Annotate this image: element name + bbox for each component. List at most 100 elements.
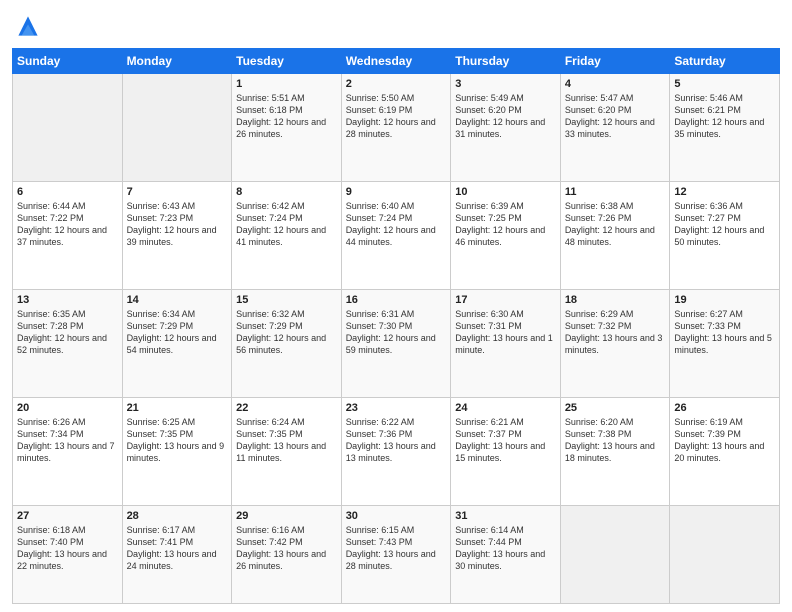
- day-number: 24: [455, 402, 556, 414]
- day-info: Sunrise: 6:35 AM Sunset: 7:28 PM Dayligh…: [17, 308, 118, 357]
- day-cell: 16 Sunrise: 6:31 AM Sunset: 7:30 PM Dayli…: [341, 289, 451, 397]
- day-number: 20: [17, 402, 118, 414]
- day-cell: 28 Sunrise: 6:17 AM Sunset: 7:41 PM Dayli…: [122, 505, 232, 603]
- day-info: Sunrise: 6:32 AM Sunset: 7:29 PM Dayligh…: [236, 308, 337, 357]
- day-info: Sunrise: 6:22 AM Sunset: 7:36 PM Dayligh…: [346, 416, 447, 465]
- day-number: 12: [674, 186, 775, 198]
- day-number: 9: [346, 186, 447, 198]
- day-of-week-monday: Monday: [122, 49, 232, 74]
- day-number: 4: [565, 78, 666, 90]
- day-of-week-wednesday: Wednesday: [341, 49, 451, 74]
- day-number: 2: [346, 78, 447, 90]
- logo: [12, 10, 48, 42]
- week-row-5: 27 Sunrise: 6:18 AM Sunset: 7:40 PM Dayli…: [13, 505, 780, 603]
- day-info: Sunrise: 6:25 AM Sunset: 7:35 PM Dayligh…: [127, 416, 228, 465]
- header: [12, 10, 780, 42]
- days-of-week-row: SundayMondayTuesdayWednesdayThursdayFrid…: [13, 49, 780, 74]
- day-number: 11: [565, 186, 666, 198]
- day-number: 16: [346, 294, 447, 306]
- day-cell: 13 Sunrise: 6:35 AM Sunset: 7:28 PM Dayli…: [13, 289, 123, 397]
- day-info: Sunrise: 6:29 AM Sunset: 7:32 PM Dayligh…: [565, 308, 666, 357]
- day-cell: [560, 505, 670, 603]
- day-info: Sunrise: 6:31 AM Sunset: 7:30 PM Dayligh…: [346, 308, 447, 357]
- day-of-week-thursday: Thursday: [451, 49, 561, 74]
- day-of-week-tuesday: Tuesday: [232, 49, 342, 74]
- day-info: Sunrise: 6:14 AM Sunset: 7:44 PM Dayligh…: [455, 524, 556, 573]
- day-number: 10: [455, 186, 556, 198]
- day-info: Sunrise: 6:42 AM Sunset: 7:24 PM Dayligh…: [236, 200, 337, 249]
- day-number: 14: [127, 294, 228, 306]
- page: SundayMondayTuesdayWednesdayThursdayFrid…: [0, 0, 792, 612]
- day-info: Sunrise: 5:47 AM Sunset: 6:20 PM Dayligh…: [565, 92, 666, 141]
- day-number: 31: [455, 510, 556, 522]
- day-cell: 14 Sunrise: 6:34 AM Sunset: 7:29 PM Dayli…: [122, 289, 232, 397]
- day-info: Sunrise: 6:16 AM Sunset: 7:42 PM Dayligh…: [236, 524, 337, 573]
- day-cell: 29 Sunrise: 6:16 AM Sunset: 7:42 PM Dayli…: [232, 505, 342, 603]
- calendar: SundayMondayTuesdayWednesdayThursdayFrid…: [12, 48, 780, 604]
- day-info: Sunrise: 5:51 AM Sunset: 6:18 PM Dayligh…: [236, 92, 337, 141]
- day-info: Sunrise: 5:49 AM Sunset: 6:20 PM Dayligh…: [455, 92, 556, 141]
- calendar-header: SundayMondayTuesdayWednesdayThursdayFrid…: [13, 49, 780, 74]
- day-cell: 9Sunrise: 6:40 AM Sunset: 7:24 PM Daylig…: [341, 181, 451, 289]
- day-cell: 17Sunrise: 6:30 AM Sunset: 7:31 PM Dayli…: [451, 289, 561, 397]
- day-number: 5: [674, 78, 775, 90]
- day-number: 28: [127, 510, 228, 522]
- day-cell: [13, 74, 123, 182]
- calendar-body: 1 Sunrise: 5:51 AM Sunset: 6:18 PM Daylig…: [13, 74, 780, 604]
- day-info: Sunrise: 6:18 AM Sunset: 7:40 PM Dayligh…: [17, 524, 118, 573]
- day-number: 26: [674, 402, 775, 414]
- day-cell: [122, 74, 232, 182]
- day-cell: 1 Sunrise: 5:51 AM Sunset: 6:18 PM Daylig…: [232, 74, 342, 182]
- day-number: 30: [346, 510, 447, 522]
- day-cell: 30 Sunrise: 6:15 AM Sunset: 7:43 PM Dayli…: [341, 505, 451, 603]
- day-cell: 27 Sunrise: 6:18 AM Sunset: 7:40 PM Dayli…: [13, 505, 123, 603]
- day-info: Sunrise: 6:27 AM Sunset: 7:33 PM Dayligh…: [674, 308, 775, 357]
- day-info: Sunrise: 6:36 AM Sunset: 7:27 PM Dayligh…: [674, 200, 775, 249]
- week-row-1: 1 Sunrise: 5:51 AM Sunset: 6:18 PM Daylig…: [13, 74, 780, 182]
- day-info: Sunrise: 6:17 AM Sunset: 7:41 PM Dayligh…: [127, 524, 228, 573]
- day-info: Sunrise: 6:34 AM Sunset: 7:29 PM Dayligh…: [127, 308, 228, 357]
- day-number: 23: [346, 402, 447, 414]
- day-number: 27: [17, 510, 118, 522]
- day-info: Sunrise: 6:30 AM Sunset: 7:31 PM Dayligh…: [455, 308, 556, 357]
- day-cell: 26 Sunrise: 6:19 AM Sunset: 7:39 PM Dayli…: [670, 397, 780, 505]
- day-number: 1: [236, 78, 337, 90]
- day-info: Sunrise: 6:15 AM Sunset: 7:43 PM Dayligh…: [346, 524, 447, 573]
- day-cell: 19Sunrise: 6:27 AM Sunset: 7:33 PM Dayli…: [670, 289, 780, 397]
- day-cell: [670, 505, 780, 603]
- day-cell: 6 Sunrise: 6:44 AM Sunset: 7:22 PM Daylig…: [13, 181, 123, 289]
- day-cell: 18 Sunrise: 6:29 AM Sunset: 7:32 PM Dayli…: [560, 289, 670, 397]
- day-info: Sunrise: 6:20 AM Sunset: 7:38 PM Dayligh…: [565, 416, 666, 465]
- day-info: Sunrise: 6:19 AM Sunset: 7:39 PM Dayligh…: [674, 416, 775, 465]
- day-cell: 5Sunrise: 5:46 AM Sunset: 6:21 PM Daylig…: [670, 74, 780, 182]
- day-info: Sunrise: 6:44 AM Sunset: 7:22 PM Dayligh…: [17, 200, 118, 249]
- week-row-3: 13 Sunrise: 6:35 AM Sunset: 7:28 PM Dayli…: [13, 289, 780, 397]
- day-cell: 25 Sunrise: 6:20 AM Sunset: 7:38 PM Dayli…: [560, 397, 670, 505]
- day-cell: 31 Sunrise: 6:14 AM Sunset: 7:44 PM Dayli…: [451, 505, 561, 603]
- day-number: 18: [565, 294, 666, 306]
- day-cell: 20 Sunrise: 6:26 AM Sunset: 7:34 PM Dayli…: [13, 397, 123, 505]
- day-info: Sunrise: 5:50 AM Sunset: 6:19 PM Dayligh…: [346, 92, 447, 141]
- day-number: 3: [455, 78, 556, 90]
- day-number: 13: [17, 294, 118, 306]
- day-cell: 21 Sunrise: 6:25 AM Sunset: 7:35 PM Dayli…: [122, 397, 232, 505]
- day-cell: 15 Sunrise: 6:32 AM Sunset: 7:29 PM Dayli…: [232, 289, 342, 397]
- day-info: Sunrise: 6:21 AM Sunset: 7:37 PM Dayligh…: [455, 416, 556, 465]
- day-cell: 22 Sunrise: 6:24 AM Sunset: 7:35 PM Dayli…: [232, 397, 342, 505]
- day-cell: 7Sunrise: 6:43 AM Sunset: 7:23 PM Daylig…: [122, 181, 232, 289]
- day-cell: 12 Sunrise: 6:36 AM Sunset: 7:27 PM Dayli…: [670, 181, 780, 289]
- day-info: Sunrise: 6:26 AM Sunset: 7:34 PM Dayligh…: [17, 416, 118, 465]
- day-number: 22: [236, 402, 337, 414]
- day-cell: 24 Sunrise: 6:21 AM Sunset: 7:37 PM Dayli…: [451, 397, 561, 505]
- day-cell: 10 Sunrise: 6:39 AM Sunset: 7:25 PM Dayli…: [451, 181, 561, 289]
- day-number: 6: [17, 186, 118, 198]
- day-info: Sunrise: 6:24 AM Sunset: 7:35 PM Dayligh…: [236, 416, 337, 465]
- day-number: 15: [236, 294, 337, 306]
- day-cell: 8 Sunrise: 6:42 AM Sunset: 7:24 PM Daylig…: [232, 181, 342, 289]
- day-number: 29: [236, 510, 337, 522]
- day-number: 25: [565, 402, 666, 414]
- calendar-table: SundayMondayTuesdayWednesdayThursdayFrid…: [12, 48, 780, 604]
- day-info: Sunrise: 6:39 AM Sunset: 7:25 PM Dayligh…: [455, 200, 556, 249]
- day-number: 21: [127, 402, 228, 414]
- day-number: 8: [236, 186, 337, 198]
